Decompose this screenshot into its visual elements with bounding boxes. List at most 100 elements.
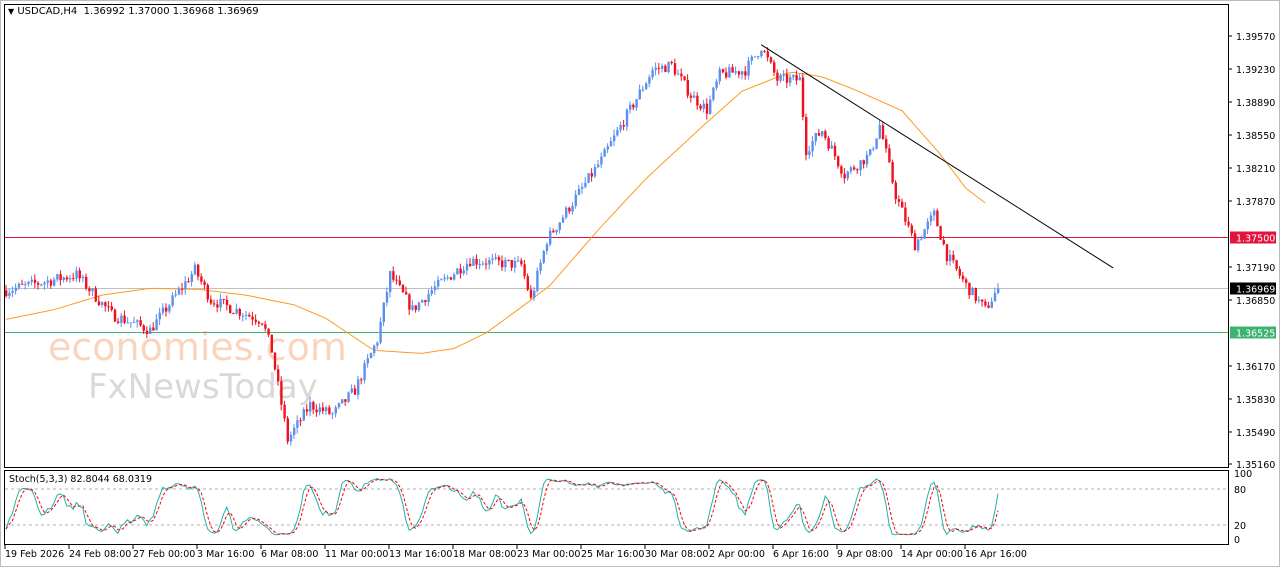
symbol-label: USDCAD,H4 (17, 6, 78, 17)
candle-body (683, 76, 686, 80)
y-tick-label: 1.38210 (1236, 164, 1275, 175)
candle-body (709, 99, 712, 114)
candle-body (427, 293, 430, 303)
candle-body (88, 288, 91, 292)
x-tick-label: 16 Apr 16:00 (965, 549, 1027, 560)
candle-body (574, 194, 577, 206)
candle-body (350, 388, 353, 393)
candle-body (337, 403, 341, 408)
candle-body (801, 77, 805, 117)
candle-body (545, 244, 549, 252)
candle-body (113, 309, 117, 322)
candle-body (693, 95, 696, 98)
candle-body (933, 210, 936, 216)
candle-body (27, 281, 30, 284)
candle-body (331, 413, 334, 415)
y-tick-label: 1.39230 (1236, 65, 1275, 76)
candle-body (165, 307, 168, 312)
candle-body (510, 260, 513, 268)
candle-body (533, 290, 536, 298)
candle-body (862, 160, 865, 165)
candle-body (120, 315, 123, 323)
candle-body (539, 262, 542, 271)
candle-body (753, 56, 757, 58)
candle-body (353, 388, 357, 395)
candle-body (104, 302, 107, 307)
candle-body (241, 315, 245, 317)
x-tick-label: 30 Mar 08:00 (645, 549, 708, 560)
candle-body (449, 277, 453, 280)
candle-body (456, 268, 459, 275)
resistance-price-label: 1.37500 (1236, 234, 1275, 245)
candle-body (168, 305, 171, 312)
watermark: economies.com FxNewsToday (48, 325, 347, 407)
candle-body (769, 57, 773, 63)
candle-body (65, 277, 69, 280)
candle-body (328, 407, 331, 414)
candle-body (197, 264, 200, 277)
candle-body (971, 287, 974, 296)
candle-body (357, 379, 360, 395)
collapse-triangle-icon[interactable]: ▼ (8, 7, 14, 16)
candle-body (856, 169, 859, 171)
candle-body (712, 87, 715, 100)
candle-body (40, 284, 43, 286)
candle-body (46, 280, 49, 283)
candle-body (385, 292, 389, 303)
candle-body (430, 290, 433, 294)
candle-body (161, 307, 165, 313)
candle-body (526, 276, 529, 290)
candle-body (619, 125, 622, 131)
candle-body (555, 229, 558, 233)
candle-body (635, 99, 638, 108)
candle-body (824, 131, 827, 139)
candle-body (488, 259, 491, 265)
stoch-level-label: 80 (1234, 485, 1246, 496)
stoch-level-label: 100 (1234, 469, 1252, 480)
candle-body (814, 133, 817, 142)
candle-body (24, 283, 27, 285)
candle-body (139, 320, 142, 326)
candle-body (363, 363, 366, 381)
candle-body (245, 314, 248, 316)
candle-body (885, 139, 888, 149)
candle-body (846, 171, 849, 179)
candle-body (696, 95, 699, 106)
candle-body (472, 258, 475, 266)
x-tick-label: 6 Apr 16:00 (773, 549, 829, 560)
candle-body (389, 271, 392, 293)
candle-body (805, 116, 808, 155)
candle-body (670, 61, 673, 64)
candle-body (827, 138, 830, 149)
candle-body (632, 104, 635, 108)
candle-body (843, 173, 846, 179)
candle-body (69, 278, 72, 280)
candle-body (965, 279, 968, 283)
candle-body (75, 270, 78, 279)
x-tick-label: 9 Apr 08:00 (837, 549, 893, 560)
candle-body (149, 327, 152, 334)
candle-body (209, 299, 213, 304)
candle-body (254, 319, 257, 322)
candle-body (993, 292, 997, 302)
candle-body (206, 284, 209, 300)
candle-body (213, 303, 216, 305)
candle-body (296, 420, 299, 428)
candle-body (830, 145, 833, 149)
candle-body (517, 260, 520, 262)
candle-body (961, 275, 965, 280)
candle-body (997, 288, 1000, 293)
candle-body (565, 207, 568, 218)
candle-body (126, 322, 129, 324)
candle-body (437, 279, 440, 287)
candle-body (312, 402, 315, 410)
candle-body (878, 125, 881, 139)
candle-body (318, 407, 321, 413)
price-chart[interactable]: economies.com FxNewsToday 1.37500 1.36969… (0, 0, 1280, 567)
candle-body (411, 305, 414, 310)
candle-body (369, 353, 373, 359)
candle-body (123, 315, 126, 323)
candle-body (222, 298, 225, 300)
candle-body (677, 73, 680, 75)
x-tick-label: 24 Feb 08:00 (69, 549, 131, 560)
